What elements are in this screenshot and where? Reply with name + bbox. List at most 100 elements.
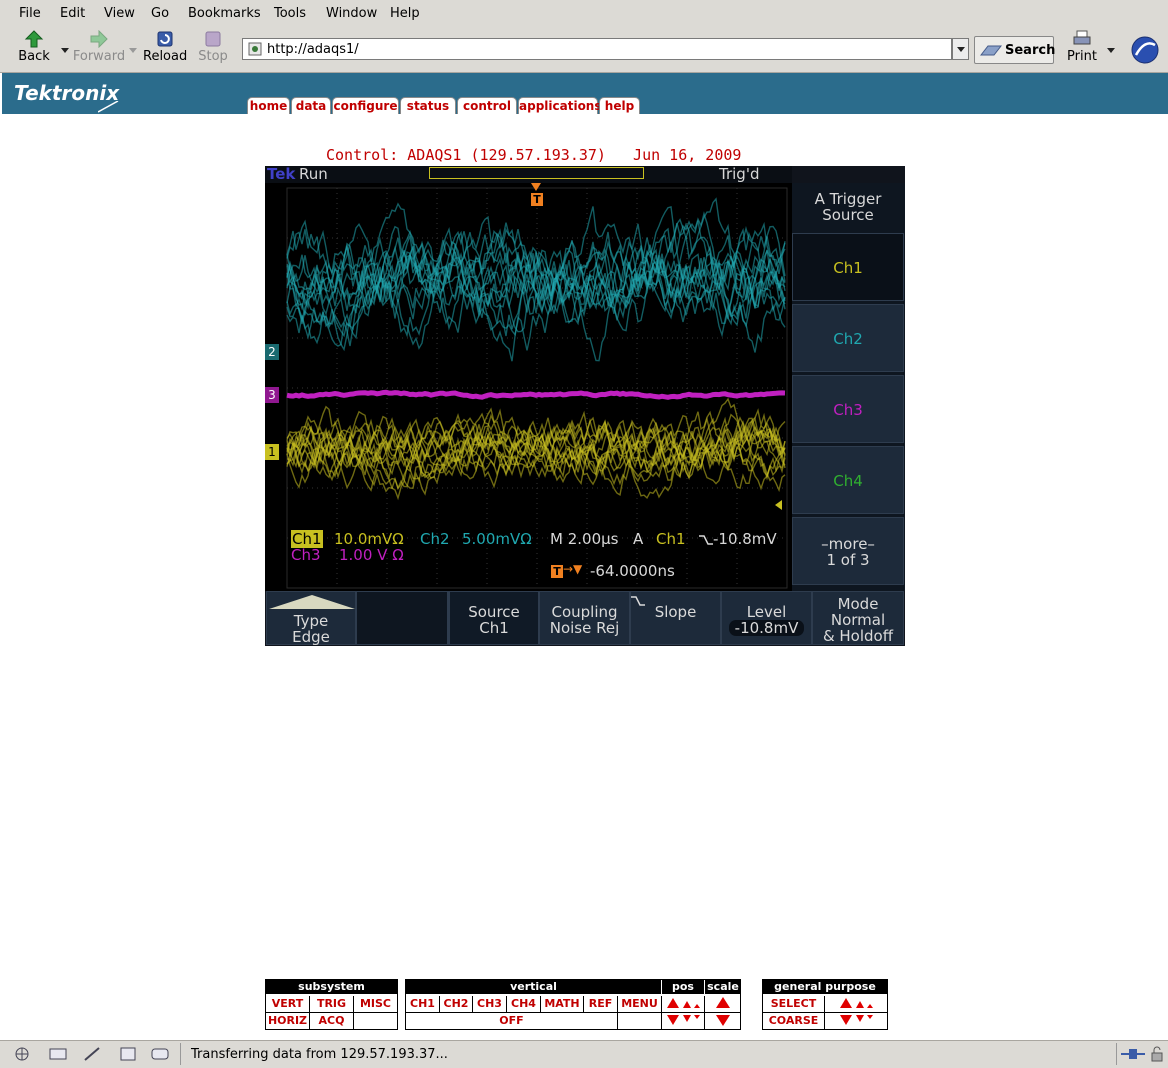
- print-dropdown-icon[interactable]: [1107, 48, 1115, 53]
- math-button[interactable]: MATH: [541, 996, 584, 1013]
- menu-edit[interactable]: Edit: [60, 6, 85, 21]
- menu-bar: File Edit View Go Bookmarks Tools Window…: [0, 0, 1168, 28]
- composer-icon[interactable]: [83, 1046, 103, 1062]
- menu-blank-cell: [618, 1013, 662, 1030]
- off-button[interactable]: OFF: [406, 1013, 618, 1030]
- ch4-button[interactable]: CH4: [507, 996, 541, 1013]
- tab-help[interactable]: help: [599, 97, 640, 114]
- oscilloscope-screen[interactable]: Tek Run Trig'd T 2 3 1 Ch1 10.0mVΩ Ch2 5…: [265, 166, 905, 646]
- general-purpose-panel: general purpose SELECT COARSE: [762, 979, 888, 1030]
- browser-logo-icon[interactable]: [1130, 35, 1160, 65]
- menu-view[interactable]: View: [104, 6, 135, 21]
- search-button[interactable]: Search: [974, 36, 1055, 64]
- menu-window[interactable]: Window: [326, 6, 377, 21]
- gp-down-button[interactable]: [825, 1013, 887, 1030]
- forward-arrow-icon: [90, 30, 108, 48]
- ch3-button[interactable]: CH3: [473, 996, 507, 1013]
- navigation-toolbar: Back Forward Reload Stop http://adaqs1/ …: [0, 27, 1168, 73]
- trigger-status: Trig'd: [719, 166, 760, 183]
- select-button[interactable]: SELECT: [763, 996, 825, 1013]
- bottom-button-source[interactable]: Source Ch1: [449, 591, 539, 645]
- navigator-icon[interactable]: [12, 1046, 32, 1062]
- ch1-marker: 1: [265, 444, 279, 460]
- vert-button[interactable]: VERT: [266, 996, 310, 1013]
- tab-configure[interactable]: configure: [332, 97, 399, 114]
- bottom-button-mode[interactable]: Mode Normal & Holdoff: [812, 591, 904, 645]
- bottom-button-slope[interactable]: Slope: [630, 591, 721, 645]
- tab-status[interactable]: status: [400, 97, 456, 114]
- mode-label: Mode: [837, 595, 879, 613]
- status-divider-right: [1116, 1043, 1117, 1065]
- coupling-value: Noise Rej: [549, 619, 620, 637]
- security-lock-icon[interactable]: [1150, 1045, 1164, 1063]
- menu-button[interactable]: MENU: [618, 996, 662, 1013]
- coupling-label: Coupling: [551, 603, 618, 621]
- acq-button[interactable]: ACQ: [310, 1013, 354, 1030]
- misc-button[interactable]: MISC: [354, 996, 397, 1013]
- address-book-icon[interactable]: [118, 1046, 138, 1062]
- side-button-more[interactable]: –more– 1 of 3: [792, 517, 904, 585]
- trigger-marker: T: [531, 193, 543, 206]
- tek-label: Tek: [267, 166, 296, 183]
- source-value: Ch1: [479, 619, 509, 637]
- side-button-ch4[interactable]: Ch4: [792, 446, 904, 514]
- menu-help[interactable]: Help: [390, 6, 420, 21]
- url-field[interactable]: http://adaqs1/: [242, 38, 952, 60]
- menu-go[interactable]: Go: [151, 6, 169, 21]
- ch2-button[interactable]: CH2: [440, 996, 473, 1013]
- irc-icon[interactable]: [150, 1046, 170, 1062]
- forward-label: Forward: [72, 49, 126, 64]
- gp-up-button[interactable]: [825, 996, 887, 1013]
- tab-applications[interactable]: applications: [518, 97, 602, 114]
- side-button-ch1[interactable]: Ch1: [792, 233, 904, 301]
- ch1-button[interactable]: CH1: [406, 996, 440, 1013]
- back-label: Back: [18, 49, 50, 64]
- tab-home[interactable]: home: [247, 97, 290, 114]
- pos-up-button[interactable]: [662, 996, 705, 1013]
- tab-data[interactable]: data: [291, 97, 331, 114]
- gp-up-arrows-icon: [840, 998, 873, 1008]
- side-button-ch2[interactable]: Ch2: [792, 304, 904, 372]
- back-button[interactable]: Back: [14, 30, 54, 70]
- reload-icon: [157, 31, 173, 47]
- forward-button[interactable]: Forward: [72, 30, 126, 70]
- timebase-readout: M 2.00µs: [550, 530, 619, 548]
- back-history-dropdown-icon[interactable]: [61, 48, 69, 53]
- horiz-button[interactable]: HORIZ: [266, 1013, 310, 1030]
- url-dropdown-button[interactable]: [952, 38, 969, 60]
- bottom-button-level[interactable]: Level -10.8mV: [721, 591, 812, 645]
- level-value: -10.8mV: [728, 620, 805, 636]
- menu-bookmarks[interactable]: Bookmarks: [188, 6, 261, 21]
- subsystem-title: subsystem: [266, 980, 397, 994]
- mail-icon[interactable]: [48, 1046, 68, 1062]
- side-button-ch3[interactable]: Ch3: [792, 375, 904, 443]
- stop-button[interactable]: Stop: [196, 30, 230, 70]
- reload-button[interactable]: Reload: [143, 30, 187, 70]
- online-status-icon[interactable]: [1120, 1046, 1146, 1062]
- forward-history-dropdown-icon[interactable]: [129, 48, 137, 53]
- pos-title: pos: [662, 980, 704, 994]
- scale-down-button[interactable]: [705, 1013, 740, 1030]
- trigger-position-icon: [531, 183, 541, 191]
- url-text: http://adaqs1/: [267, 42, 359, 57]
- coarse-button[interactable]: COARSE: [763, 1013, 825, 1030]
- pos-down-button[interactable]: [662, 1013, 705, 1030]
- bottom-button-coupling[interactable]: Coupling Noise Rej: [539, 591, 630, 645]
- status-divider: [180, 1043, 181, 1065]
- side-menu-title: A Trigger Source: [792, 191, 904, 223]
- vertical-panel: vertical pos scale CH1 CH2 CH3 CH4 MATH …: [405, 979, 741, 1030]
- subsystem-panel: subsystem VERT TRIG MISC HORIZ ACQ: [265, 979, 398, 1030]
- trig-button[interactable]: TRIG: [310, 996, 354, 1013]
- scope-graticule: [265, 166, 792, 591]
- ref-button[interactable]: REF: [584, 996, 618, 1013]
- menu-tools[interactable]: Tools: [274, 6, 306, 21]
- scale-up-button[interactable]: [705, 996, 740, 1013]
- scale-down-arrow-icon: [715, 1015, 730, 1026]
- bottom-button-type[interactable]: Type Edge: [266, 591, 356, 645]
- chevron-down-icon: [957, 47, 965, 52]
- menu-file[interactable]: File: [19, 6, 41, 21]
- vertical-title: vertical: [406, 980, 661, 994]
- tab-control[interactable]: control: [457, 97, 517, 114]
- slope-falling-icon: [699, 535, 713, 545]
- print-button[interactable]: Print: [1064, 30, 1100, 70]
